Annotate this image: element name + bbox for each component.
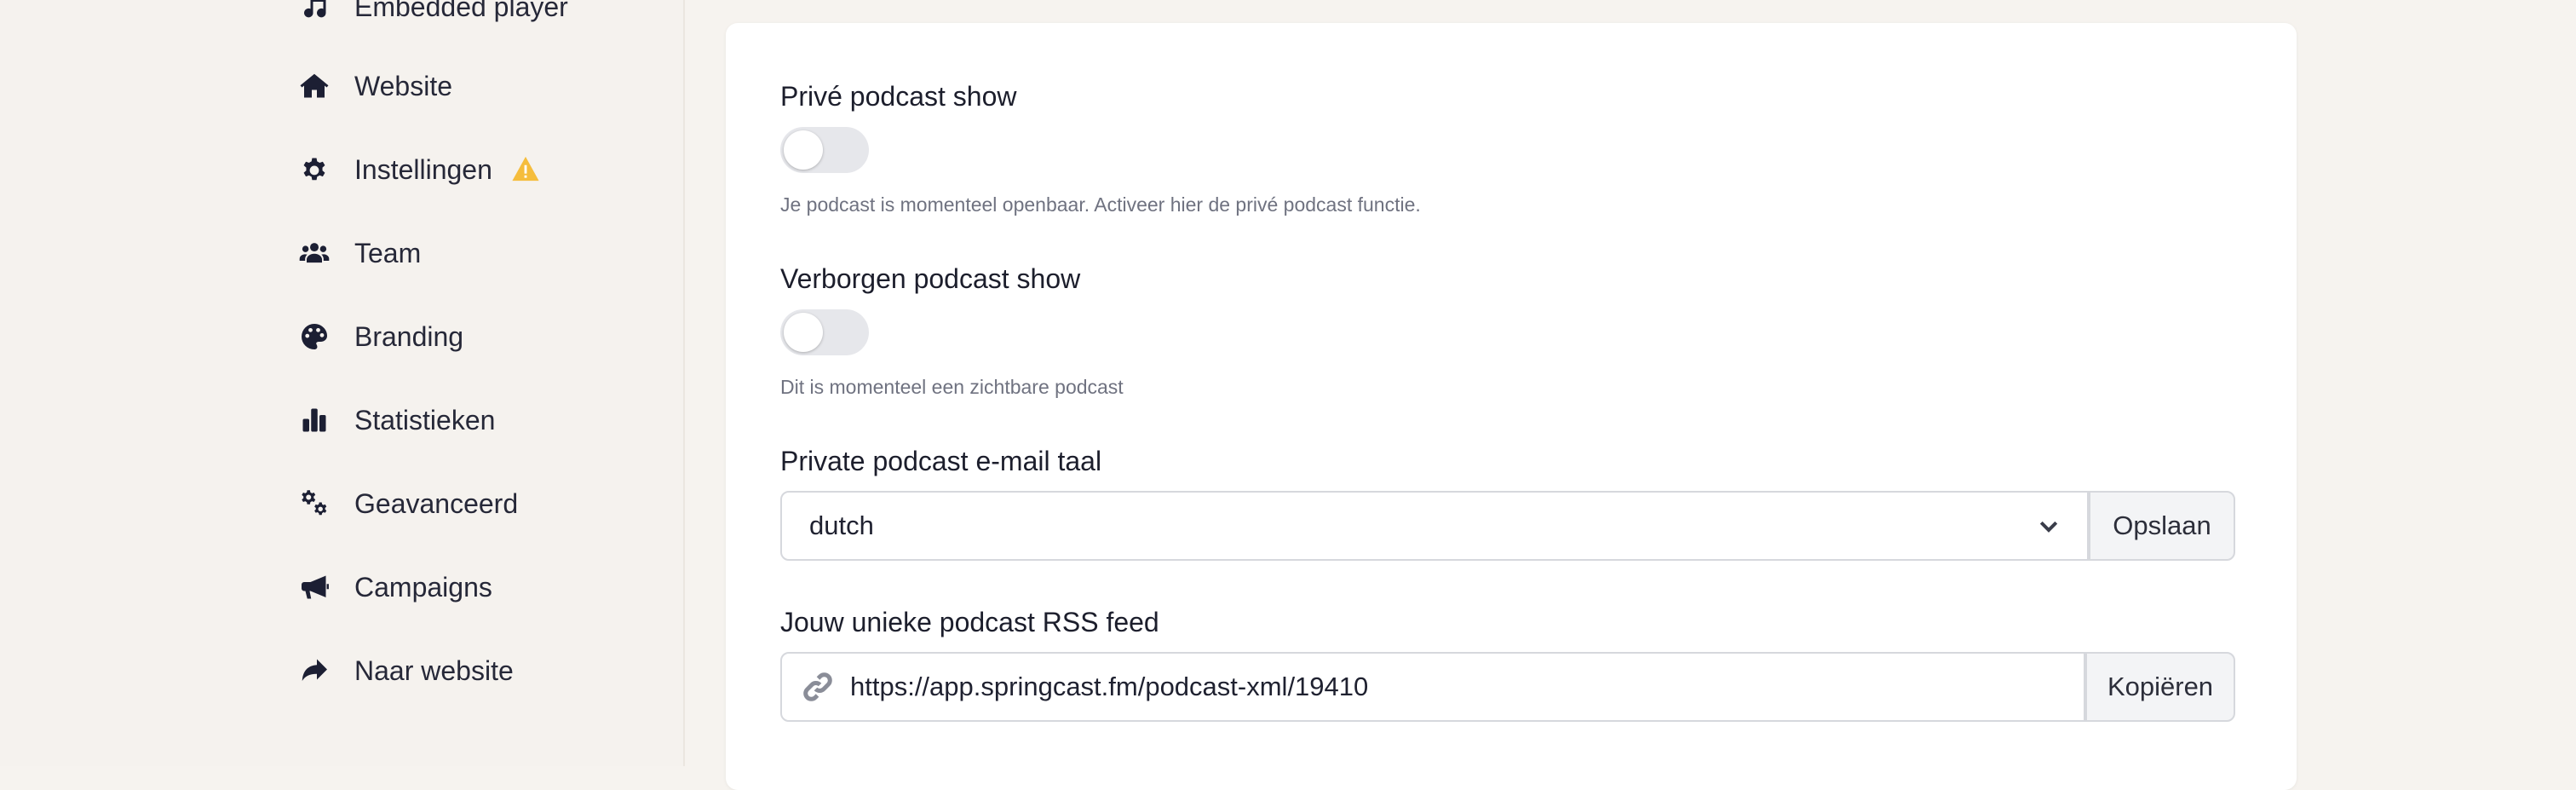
users-icon [298,237,331,269]
sidebar: Embedded player Website Instellingen Tea… [0,0,685,766]
gears-icon [298,487,331,520]
hidden-show-label: Verborgen podcast show [780,263,1081,294]
sidebar-item-geavanceerd[interactable]: Geavanceerd [298,478,518,529]
sidebar-item-team[interactable]: Team [298,228,421,279]
warning-icon [511,155,540,184]
sidebar-item-label: Naar website [354,654,514,686]
email-language-label: Private podcast e-mail taal [780,446,1102,476]
sidebar-item-branding[interactable]: Branding [298,311,463,362]
toggle-knob [784,313,823,352]
sidebar-item-label: Team [354,237,422,268]
private-show-label: Privé podcast show [780,81,1017,112]
sidebar-item-label: Campaigns [354,571,492,603]
sidebar-item-instellingen[interactable]: Instellingen [298,144,540,195]
rss-feed-input[interactable]: https://app.springcast.fm/podcast-xml/19… [780,652,2085,722]
email-language-select[interactable]: dutch [780,491,2089,561]
sidebar-item-label: Embedded player [354,0,568,22]
sidebar-item-label: Geavanceerd [354,487,519,519]
rss-feed-url: https://app.springcast.fm/podcast-xml/19… [850,672,1369,701]
chevron-down-icon [2036,513,2061,539]
private-show-help: Je podcast is momenteel openbaar. Active… [780,193,1421,216]
share-arrow-icon [298,654,331,687]
save-button[interactable]: Opslaan [2089,491,2235,561]
sidebar-item-naar-website[interactable]: Naar website [298,645,514,696]
toggle-knob [784,130,823,170]
sidebar-item-campaigns[interactable]: Campaigns [298,562,492,613]
email-language-value: dutch [809,510,874,540]
sidebar-item-website[interactable]: Website [298,61,452,112]
sidebar-item-label: Website [354,70,453,101]
sidebar-item-label: Branding [354,320,464,352]
sidebar-item-label: Statistieken [354,404,496,435]
hidden-show-toggle[interactable] [780,309,869,355]
palette-icon [298,320,331,353]
music-icon [298,0,331,23]
hidden-show-help: Dit is momenteel een zichtbare podcast [780,376,1124,398]
link-icon [801,670,835,704]
sidebar-item-statistieken[interactable]: Statistieken [298,395,495,446]
private-show-toggle[interactable] [780,127,869,173]
gear-icon [298,153,331,186]
copy-button[interactable]: Kopiëren [2085,652,2235,722]
bar-chart-icon [298,404,331,436]
sidebar-item-embedded-player[interactable]: Embedded player [298,0,568,32]
settings-panel: Privé podcast show Je podcast is momente… [726,23,2297,790]
rss-feed-label: Jouw unieke podcast RSS feed [780,607,1159,637]
home-icon [298,70,331,102]
megaphone-icon [298,571,331,603]
sidebar-item-label: Instellingen [354,153,492,185]
